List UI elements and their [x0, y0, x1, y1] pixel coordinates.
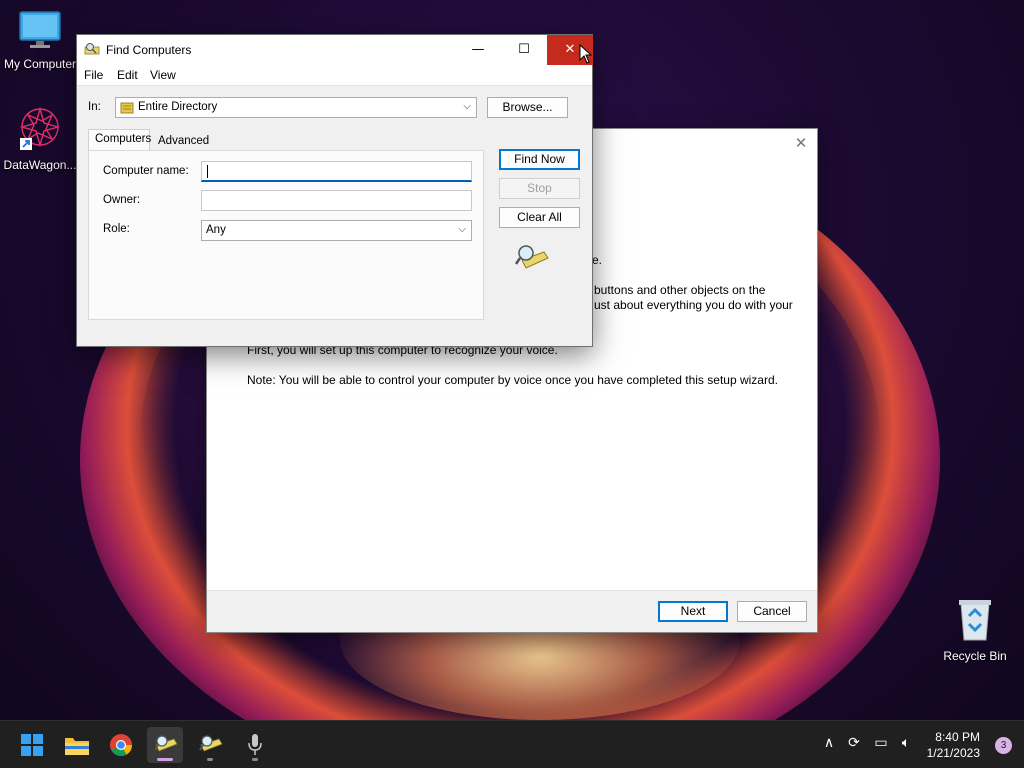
- taskbar-find-computers-active[interactable]: [147, 727, 183, 763]
- stop-button[interactable]: Stop: [499, 178, 580, 199]
- maximize-icon[interactable]: ☐: [501, 35, 547, 65]
- wizard-text-partial-1: e.: [592, 253, 603, 267]
- find-computers-icon: [84, 43, 100, 55]
- computer-name-label: Computer name:: [103, 165, 189, 177]
- start-icon: [21, 734, 43, 756]
- menu-bar: File Edit View: [77, 65, 592, 86]
- start-button[interactable]: [14, 727, 50, 763]
- desktop-icon-my-computer[interactable]: My Computer: [0, 10, 80, 71]
- network-icon[interactable]: ▭: [872, 735, 890, 751]
- taskbar-speech[interactable]: [237, 727, 273, 763]
- datawagon-icon: [19, 106, 61, 150]
- running-indicator: [207, 758, 213, 761]
- wizard-text-partial-2a: buttons and other objects on the: [594, 283, 766, 297]
- running-indicator: [252, 758, 258, 761]
- clock-date: 1/21/2023: [926, 746, 980, 760]
- desktop-icon-label: My Computer: [3, 57, 77, 71]
- minimize-icon[interactable]: —: [455, 35, 501, 65]
- file-explorer-icon: [65, 738, 89, 755]
- clock[interactable]: 8:40 PM 1/21/2023: [927, 729, 980, 761]
- taskbar-find-computers[interactable]: [192, 727, 228, 763]
- chevron-down-icon: ⌵: [463, 101, 471, 112]
- cancel-button[interactable]: Cancel: [737, 601, 807, 622]
- computer-name-field[interactable]: [201, 161, 472, 182]
- taskbar-chrome[interactable]: [103, 727, 139, 763]
- role-dropdown[interactable]: Any ⌵: [201, 220, 472, 241]
- taskbar-file-explorer[interactable]: [59, 727, 95, 763]
- title-bar[interactable]: Find Computers — ☐ ✕: [77, 35, 593, 65]
- role-dropdown-value: Any: [206, 224, 226, 236]
- search-animation-icon: [514, 245, 549, 269]
- owner-label: Owner:: [103, 194, 141, 206]
- notification-badge[interactable]: 3: [995, 737, 1012, 754]
- active-indicator: [157, 758, 173, 761]
- in-dropdown-value: Entire Directory: [138, 101, 218, 113]
- text-caret: [207, 165, 208, 178]
- menu-file[interactable]: File: [84, 68, 103, 82]
- in-label: In:: [88, 101, 101, 113]
- wizard-text-partial-2b: ust about everything you do with your: [594, 298, 793, 312]
- wizard-close-icon[interactable]: ✕: [793, 135, 809, 151]
- mouse-cursor-icon: [579, 44, 593, 64]
- next-button[interactable]: Next: [658, 601, 728, 622]
- taskbar: ∧ ⟳ ▭ 🔈︎ 8:40 PM 1/21/2023 3: [0, 720, 1024, 768]
- in-dropdown[interactable]: Entire Directory ⌵: [115, 97, 477, 118]
- wizard-footer: Next Cancel: [207, 590, 817, 632]
- menu-edit[interactable]: Edit: [117, 68, 138, 82]
- monitor-icon: [19, 11, 61, 48]
- desktop-icon-recycle-bin[interactable]: Recycle Bin: [935, 596, 1015, 663]
- chrome-icon: [110, 734, 132, 756]
- directory-icon: [120, 102, 134, 114]
- wizard-text-note: Note: You will be able to control your c…: [247, 373, 778, 387]
- volume-icon[interactable]: 🔈︎: [897, 735, 915, 751]
- sync-icon[interactable]: ⟳: [845, 735, 863, 751]
- tab-computers[interactable]: Computers: [88, 129, 151, 150]
- clear-all-button[interactable]: Clear All: [499, 207, 580, 228]
- find-computers-icon: [199, 735, 223, 752]
- owner-field[interactable]: [201, 190, 472, 211]
- desktop-icon-datawagon[interactable]: DataWagon...: [0, 105, 80, 172]
- find-now-button[interactable]: Find Now: [499, 149, 580, 170]
- recycle-bin-icon: [959, 600, 991, 641]
- computers-tab-panel: Computer name: Owner: Role: Any ⌵: [88, 150, 484, 320]
- clock-time: 8:40 PM: [935, 730, 980, 744]
- window-title: Find Computers: [106, 43, 192, 57]
- chevron-up-icon[interactable]: ∧: [820, 735, 838, 751]
- browse-button[interactable]: Browse...: [487, 97, 568, 118]
- menu-view[interactable]: View: [150, 68, 176, 82]
- find-computers-dialog[interactable]: Find Computers — ☐ ✕ File Edit View In: …: [76, 34, 593, 347]
- microphone-icon: [248, 734, 262, 755]
- chevron-down-icon: ⌵: [458, 224, 466, 235]
- role-label: Role:: [103, 223, 130, 235]
- desktop-icon-label: Recycle Bin: [943, 649, 1007, 663]
- find-computers-icon: [154, 735, 178, 752]
- desktop-icon-label: DataWagon...: [3, 158, 77, 172]
